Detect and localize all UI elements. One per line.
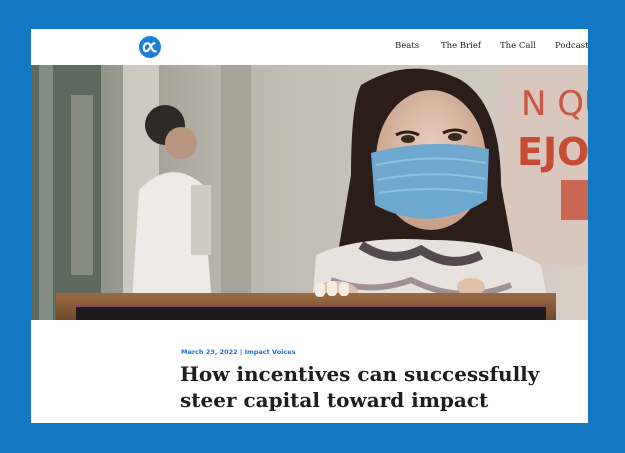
webpage: Beats The Brief The Call Podcasts <box>31 29 588 423</box>
alpha-logo-icon[interactable] <box>139 36 161 58</box>
hero-photo: N QU EJO <box>31 65 588 320</box>
blue-border-frame: Beats The Brief The Call Podcasts <box>0 0 625 453</box>
nav-beats[interactable]: Beats <box>395 41 419 51</box>
meta-separator: | <box>237 348 245 356</box>
svg-text:EJO: EJO <box>517 130 588 174</box>
nav-the-call[interactable]: The Call <box>500 41 536 51</box>
article-category[interactable]: Impact Voices <box>245 348 296 356</box>
article-header: March 23, 2022 | Impact Voices How incen… <box>31 320 588 423</box>
article-date[interactable]: March 23, 2022 <box>181 348 238 356</box>
article-title: How incentives can successfully steer ca… <box>180 362 540 412</box>
hero-image: N QU EJO <box>31 65 588 320</box>
site-header: Beats The Brief The Call Podcasts <box>31 29 588 65</box>
svg-text:N QU: N QU <box>521 84 588 124</box>
nav-the-brief[interactable]: The Brief <box>441 41 481 51</box>
nav-podcasts[interactable]: Podcasts <box>555 41 588 51</box>
article-meta: March 23, 2022 | Impact Voices <box>181 348 296 356</box>
